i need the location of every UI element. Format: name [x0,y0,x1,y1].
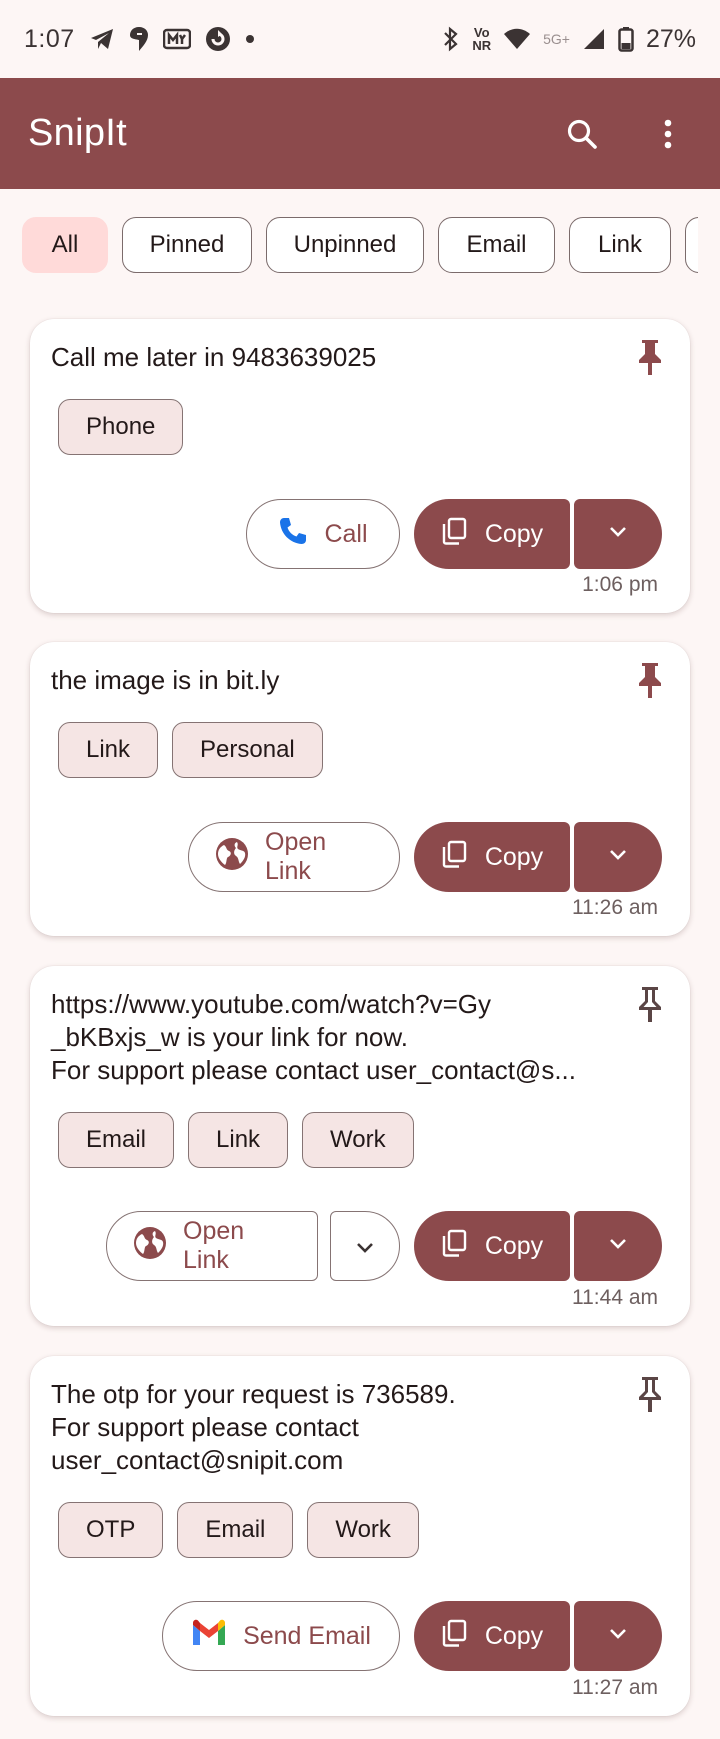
tag-chip[interactable]: Email [58,1112,175,1168]
copy-icon [441,1619,467,1654]
copy-button[interactable]: Copy [414,822,570,892]
snippet-timestamp: 11:44 am [572,1286,658,1309]
copy-button[interactable]: Copy [414,499,570,569]
call-button-label: Call [324,519,368,548]
send-email-button[interactable]: Send Email [162,1601,400,1671]
tag-chip[interactable]: OTP [58,1502,164,1558]
snippet-timestamp: 11:27 am [572,1676,658,1699]
filter-chip-unpinned[interactable]: Unpinned [266,217,424,273]
snippet-card[interactable]: The otp for your request is 736589. For … [30,1356,690,1716]
bluetooth-icon [442,26,460,52]
swiggy-icon [129,26,149,52]
copy-button-label: Copy [484,842,544,871]
pin-outline-icon[interactable] [632,1374,668,1414]
battery-icon [618,26,634,52]
battery-percent: 27% [645,24,696,53]
status-bar: 1:07 Vo NR 5G+ 27% [0,0,720,78]
tag-chip[interactable]: Link [188,1112,289,1168]
sync-app-icon [205,26,231,52]
filter-chip-email[interactable]: Email [438,217,555,273]
tag-chip[interactable]: Link [58,722,159,778]
vonr-icon: Vo NR [472,26,491,52]
open-link-label: Open Link [183,1217,245,1274]
filter-chip-pinned[interactable]: Pinned [122,217,252,273]
copy-button-label: Copy [484,1231,544,1260]
pin-filled-icon[interactable] [632,337,668,377]
chevron-down-icon [355,1232,375,1261]
globe-icon [215,837,249,878]
vonr-bottom-label: NR [472,38,492,53]
filter-chip-link[interactable]: Link [569,217,671,273]
filter-chip-row: All Pinned Unpinned Email Link [22,217,698,273]
more-vert-icon[interactable] [644,110,692,158]
open-link-label: Open Link [265,828,327,885]
wifi-icon [503,28,531,50]
snippet-text: https://www.youtube.com/watch?v=Gy _bKBx… [51,989,576,1085]
chevron-down-icon [608,1237,628,1255]
tag-chip[interactable]: Work [302,1112,414,1168]
chevron-down-icon [608,1627,628,1645]
copy-icon [441,1229,467,1264]
tag-chip[interactable]: Email [177,1502,294,1558]
chevron-down-icon [608,525,628,543]
status-time: 1:07 [24,24,75,53]
call-button[interactable]: Call [246,499,400,569]
send-email-label: Send Email [243,1621,371,1650]
network-type-text: 5G+ [543,31,570,47]
gmail-icon [191,1619,227,1654]
tag-chip[interactable]: Work [307,1502,419,1558]
copy-icon [441,517,467,552]
pin-outline-icon[interactable] [632,984,668,1024]
chevron-down-icon [608,848,628,866]
snippet-text: The otp for your request is 736589. For … [51,1379,456,1475]
search-icon[interactable] [558,110,606,158]
snippet-timestamp: 1:06 pm [582,573,658,596]
snippet-card[interactable]: Call me later in 9483639025 Phone Call C… [30,319,690,613]
copy-button[interactable]: Copy [414,1211,570,1281]
telegram-icon [89,27,115,51]
app-title: SnipIt [28,112,127,154]
copy-options-dropdown[interactable] [574,1211,662,1281]
network-type-label: 5G+ [543,31,570,47]
copy-button[interactable]: Copy [414,1601,570,1671]
copy-options-dropdown[interactable] [574,499,662,569]
myntra-icon [162,27,191,51]
action-options-dropdown[interactable] [330,1211,400,1281]
filter-chip-all[interactable]: All [22,217,108,273]
notification-dot-icon [245,34,255,44]
copy-button-label: Copy [484,1621,544,1650]
filter-chip-partial[interactable] [685,217,698,273]
snippet-text: the image is in bit.ly [51,665,280,695]
open-link-button[interactable]: Open Link [106,1211,318,1281]
snippet-card[interactable]: https://www.youtube.com/watch?v=Gy _bKBx… [30,966,690,1326]
pin-filled-icon[interactable] [632,660,668,700]
tag-chip[interactable]: Phone [58,399,184,455]
app-bar: SnipIt [0,78,720,189]
tag-chip[interactable]: Personal [172,722,323,778]
snippet-timestamp: 11:26 am [572,896,658,919]
open-link-button[interactable]: Open Link [188,822,400,892]
copy-options-dropdown[interactable] [574,1601,662,1671]
copy-options-dropdown[interactable] [574,822,662,892]
snippet-text: Call me later in 9483639025 [51,342,377,372]
phone-icon [278,516,308,553]
globe-icon [133,1226,167,1267]
snippet-card[interactable]: the image is in bit.ly Link Personal Ope… [30,642,690,936]
signal-icon [582,27,606,51]
copy-button-label: Copy [484,519,544,548]
copy-icon [441,840,467,875]
